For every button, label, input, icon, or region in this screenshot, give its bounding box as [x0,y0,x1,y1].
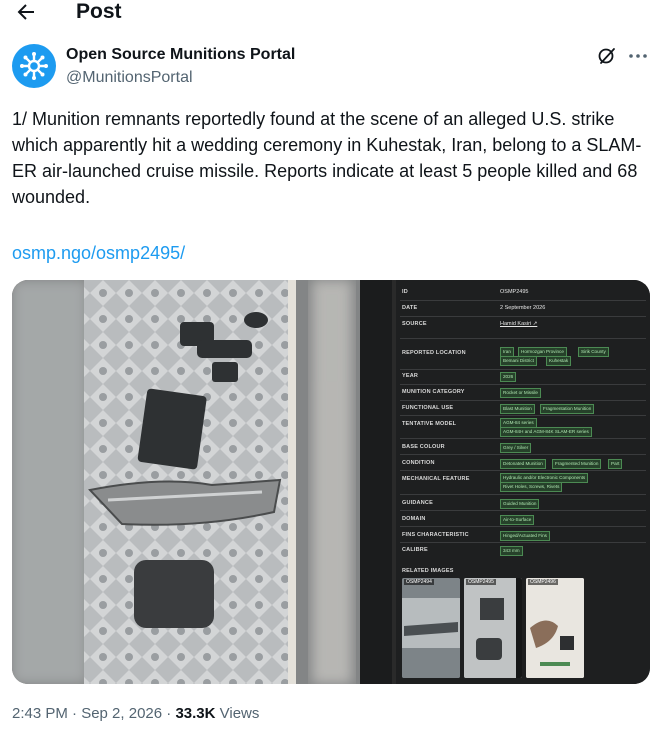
tweet-meta: 2:43 PM · Sep 2, 2026 · 33.3K Views [12,704,259,724]
divider [400,338,646,339]
back-arrow-icon[interactable] [14,0,38,24]
divider [400,542,646,543]
author-name[interactable]: Open Source Munitions Portal [66,45,295,65]
card-location-label: REPORTED LOCATION [402,350,466,356]
tag: 2026 [500,372,517,382]
top-bar: Post [0,0,667,26]
tweet-link[interactable]: osmp.ngo/osmp2495/ [12,241,185,265]
card-fins-label: FINS CHARACTERISTIC [402,532,469,538]
card-calibre-label: CALIBRE [402,547,428,553]
tag: Hinged/Actuated Fins [500,531,550,541]
tag: Rivet Holes, Screws, Rivets [500,482,563,492]
divider [400,526,646,527]
tag: Rocket or Missile [500,388,541,398]
divider [400,384,646,385]
divider [400,454,646,455]
related-thumbnail: OSMP2496 [526,578,584,678]
tag: Grey / Silver [500,443,532,453]
tag: Bemani District [500,356,537,366]
tag: Sirik County [578,347,609,357]
divider [400,494,646,495]
tag: Kuhestak [546,356,572,366]
views-label: Views [215,705,260,722]
card-functional-label: FUNCTIONAL USE [402,405,454,411]
page-title: Post [76,0,122,23]
card-category-label: MUNITION CATEGORY [402,389,465,395]
tag: AGM-84H and AGM-84K SLAM-ER series [500,427,592,437]
related-thumbnail: OSMP2494 [402,578,460,678]
card-source-value: Hamid Kasiri ↗ [500,321,538,327]
divider [400,369,646,370]
tag: Part [608,459,623,469]
grok-icon[interactable] [596,45,618,67]
views-count: 33.3K [175,705,216,722]
card-colour-label: BASE COLOUR [402,444,445,450]
media-attachment[interactable]: ID OSMP2495 DATE 2 September 2026 SOURCE… [12,280,650,684]
author-handle[interactable]: @MunitionsPortal [66,68,193,88]
thumbnail-image [464,578,522,678]
card-related-label: RELATED IMAGES [402,568,454,574]
tag: 343 mm [500,546,523,556]
thumbnail-label: OSMP2495 [466,579,496,585]
card-source-label: SOURCE [402,321,427,327]
timestamp[interactable]: 2:43 PM · Sep 2, 2026 · [12,705,175,722]
divider [400,300,646,301]
card-date-value: 2 September 2026 [500,305,546,311]
avatar[interactable] [12,44,56,88]
more-options-icon[interactable] [627,45,649,67]
thumbnail-label: OSMP2496 [528,579,558,585]
related-thumbnail: OSMP2495 [464,578,522,678]
card-guidance-label: GUIDANCE [402,500,433,506]
logo-icon [20,52,48,80]
card-id-label: ID [402,289,408,295]
tag: Guided Munition [500,499,540,509]
divider [400,470,646,471]
card-year-label: YEAR [402,373,419,379]
thumbnail-image [402,578,460,678]
card-id-value: OSMP2495 [500,289,529,295]
tag: Fragmented Munition [552,459,602,469]
tag: Air-to-Surface [500,515,535,525]
card-condition-label: CONDITION [402,460,435,466]
tag: Fragmentation Munition [540,404,595,414]
tweet-text: 1/ Munition remnants reportedly found at… [12,109,642,207]
divider [400,415,646,416]
thumbnail-image [526,578,584,678]
tag: Detonated Munition [500,459,546,469]
divider [400,510,646,511]
munition-data-card: ID OSMP2495 DATE 2 September 2026 SOURCE… [396,280,650,684]
divider [400,316,646,317]
thumbnail-label: OSMP2494 [404,579,434,585]
divider [400,400,646,401]
munition-photo [12,280,392,684]
card-date-label: DATE [402,305,418,311]
card-domain-label: DOMAIN [402,516,426,522]
card-feature-label: MECHANICAL FEATURE [402,476,470,482]
divider [400,438,646,439]
tag: Blast Munition [500,404,535,414]
card-model-label: TENTATIVE MODEL [402,421,457,427]
